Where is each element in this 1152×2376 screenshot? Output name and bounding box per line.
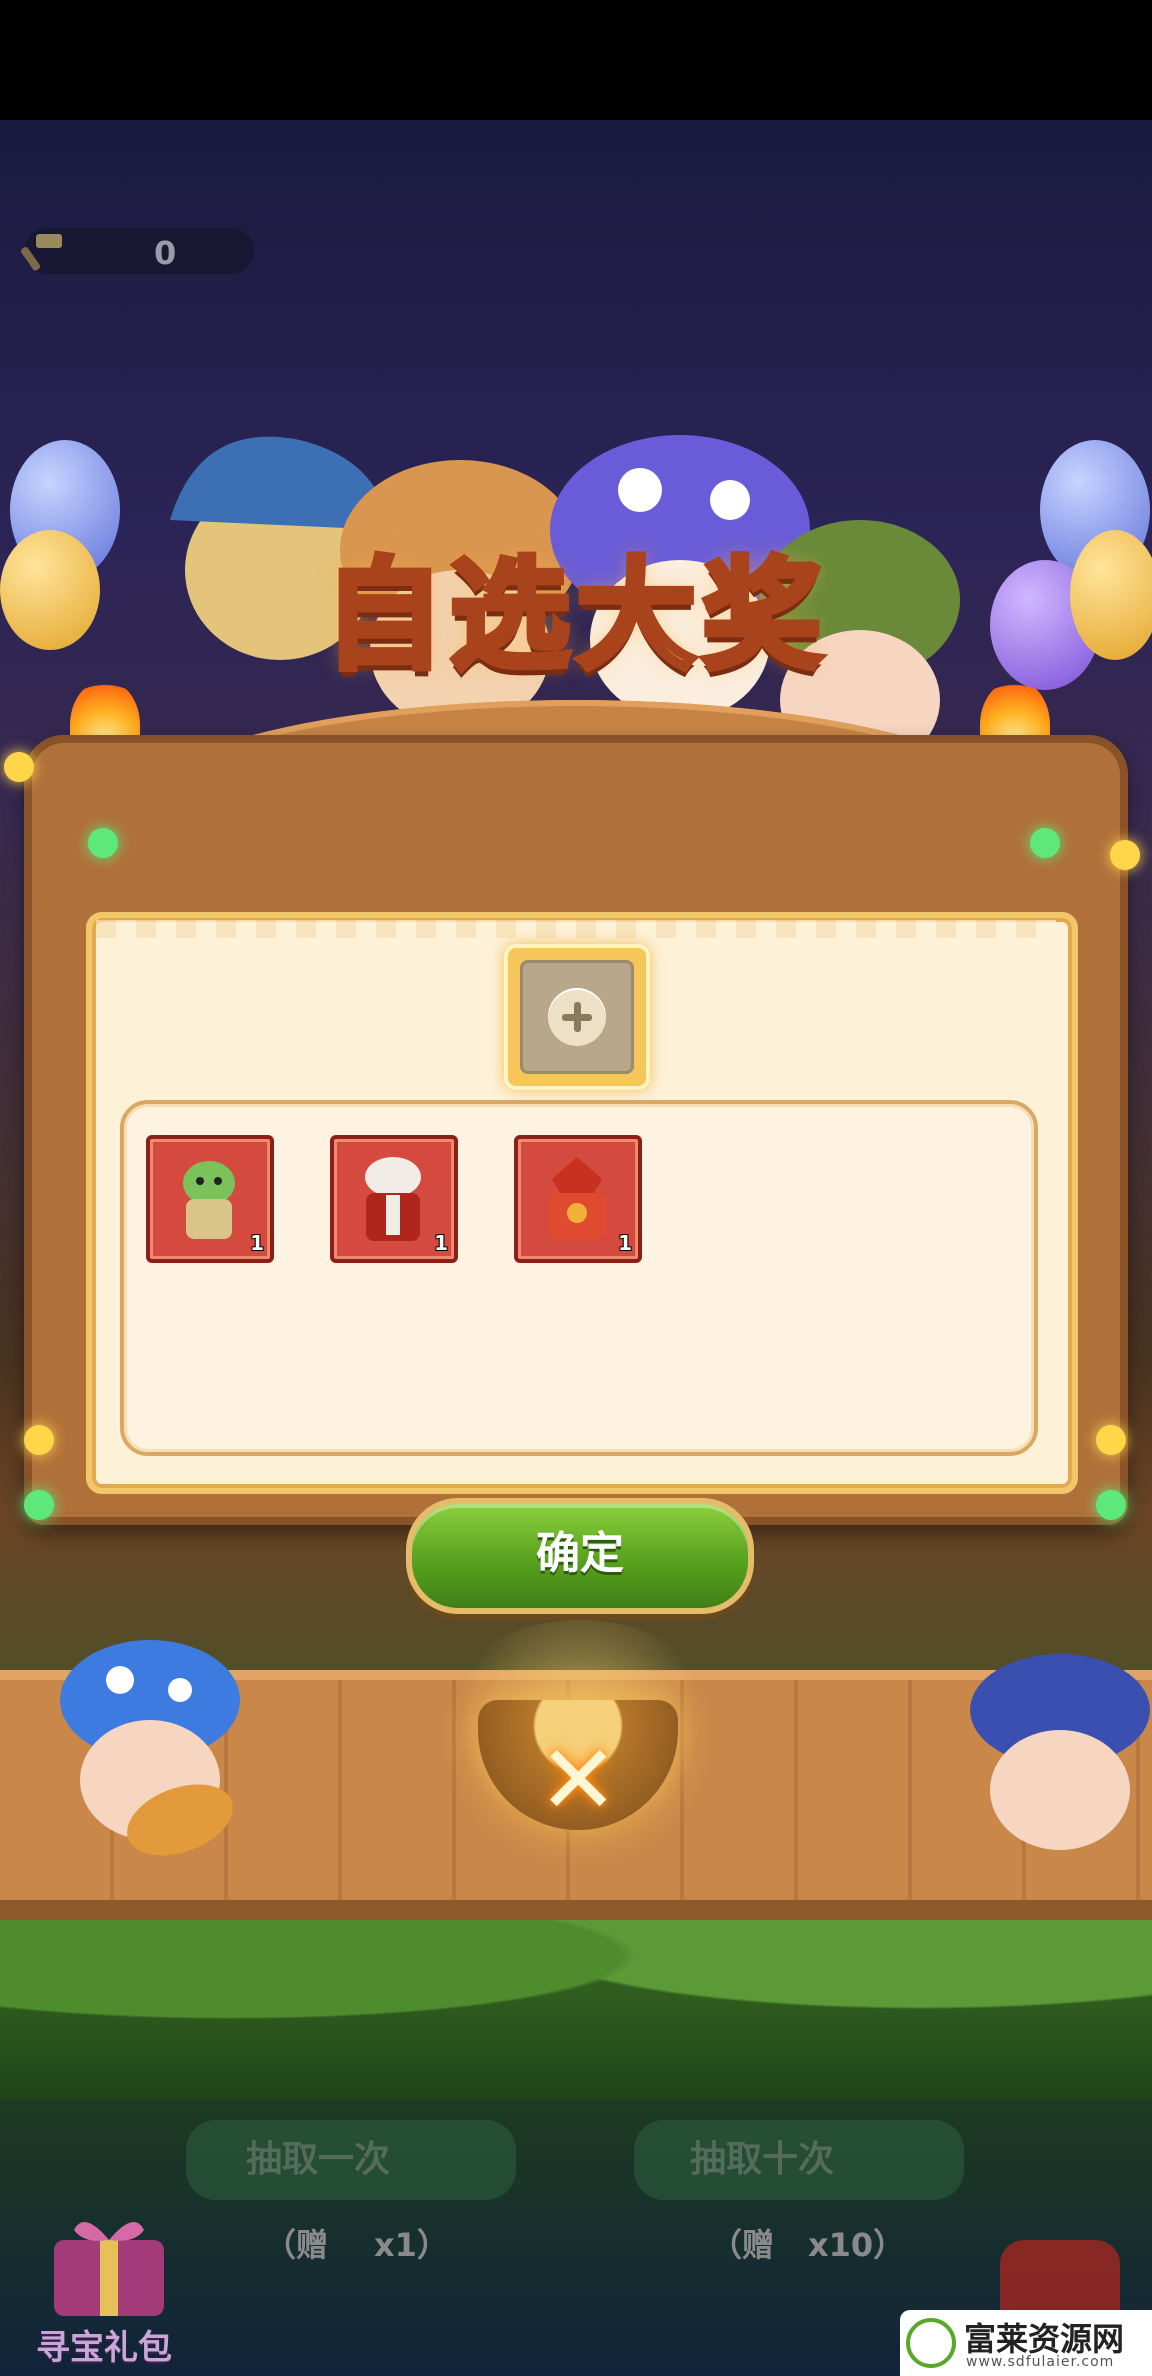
- hammer-icon: [21, 234, 62, 271]
- singer-mascot: [970, 1654, 1150, 1850]
- reward-item-white-haired-warrior[interactable]: 1: [330, 1135, 458, 1263]
- balloon-decoration: [1070, 530, 1152, 660]
- reward-qty: 1: [434, 1231, 448, 1255]
- guitar-mascot: [60, 1640, 240, 1856]
- string-light: [4, 752, 34, 782]
- ticket-count: 0: [154, 234, 177, 272]
- watermark-sub: www.sdfulaier.com: [966, 2354, 1115, 2370]
- draw-once-label: 抽取一次: [246, 2139, 391, 2180]
- string-light: [24, 1425, 54, 1455]
- cost-once-qty: x1）: [374, 2226, 449, 2264]
- gift-pack-label: 寻宝礼包: [36, 2328, 172, 2368]
- armored-hero-icon: [548, 1157, 606, 1239]
- close-x-icon[interactable]: ✕: [538, 1732, 618, 1828]
- gift-box-icon: [54, 2222, 164, 2316]
- warrior-hero-icon: [365, 1157, 421, 1241]
- reward-qty: 1: [618, 1231, 632, 1255]
- selected-reward-slot[interactable]: [504, 944, 650, 1090]
- watermark-logo-icon: [906, 2318, 956, 2368]
- watermark: 富莱资源网 www.sdfulaier.com: [900, 2310, 1152, 2376]
- draw-ten-label: 抽取十次: [690, 2139, 835, 2180]
- reward-item-red-armored[interactable]: 1: [514, 1135, 642, 1263]
- slot-inner: [520, 960, 634, 1074]
- cost-once-prefix: （赠: [264, 2226, 329, 2264]
- string-light: [24, 1490, 54, 1520]
- plus-icon: [548, 988, 606, 1046]
- string-light: [1110, 840, 1140, 870]
- dialog-title: 自选大奖: [321, 547, 828, 686]
- cost-ten-prefix: （赠: [710, 2226, 775, 2264]
- string-light: [1030, 828, 1060, 858]
- ticket-counter: 0: [21, 228, 254, 274]
- cost-ten-qty: x10）: [808, 2226, 906, 2264]
- string-light: [88, 828, 118, 858]
- string-light: [1096, 1425, 1126, 1455]
- bushes-decoration: [0, 1920, 1152, 2100]
- confirm-button[interactable]: 确定: [406, 1498, 754, 1614]
- panel-zigzag-border: [96, 920, 1056, 938]
- reward-qty: 1: [250, 1231, 264, 1255]
- string-light: [1096, 1490, 1126, 1520]
- balloon-decoration: [0, 530, 100, 650]
- goblin-hero-icon: [183, 1161, 235, 1239]
- reward-item-green-goblin[interactable]: 1: [146, 1135, 274, 1263]
